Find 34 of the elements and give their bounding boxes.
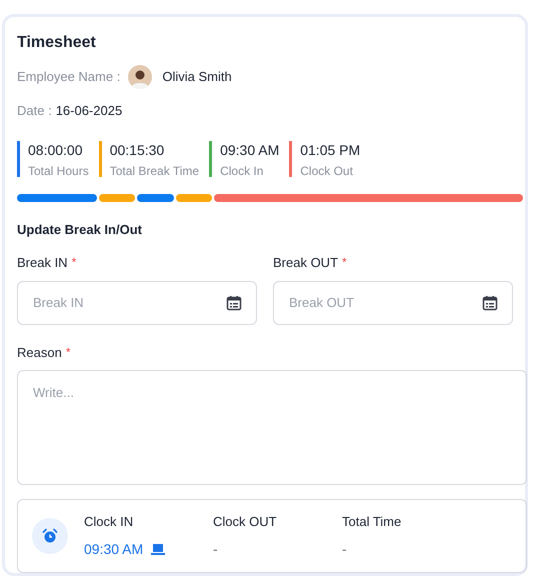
time-input-field[interactable]: Break IN [17, 280, 257, 324]
summary-value: - [342, 540, 347, 560]
field-label: Date : [17, 102, 52, 120]
stat-value: 08:00:00 [28, 140, 84, 158]
summary-value: - [213, 540, 218, 560]
stat-value: 09:30 AM [220, 140, 280, 158]
stat-value: 01:05 PM [300, 140, 360, 158]
employee-name: Olivia Smith [162, 68, 232, 86]
stat-label: Clock In [220, 162, 264, 180]
field-label: Reason [17, 344, 62, 362]
stat-value: 00:15:30 [110, 140, 166, 158]
avatar-icon [128, 65, 152, 89]
field-label: Break IN [17, 254, 68, 272]
card-title: Timesheet [17, 33, 97, 53]
field-label: Employee Name : [17, 68, 120, 86]
summary-label: Total Time [342, 512, 402, 531]
summary-label: Clock OUT [213, 512, 278, 531]
stat-label: Clock Out [300, 162, 354, 180]
time-input-field[interactable]: Break OUT [273, 280, 513, 324]
stat-label: Total Hours [28, 162, 89, 180]
required-mark: * [66, 344, 70, 360]
date-value: 16-06-2025 [56, 102, 122, 120]
section-title: Update Break In/Out [17, 220, 143, 239]
calendar-icon [226, 294, 242, 310]
stat-label: Total Break Time [110, 162, 200, 180]
field-label: Break OUT [273, 254, 338, 272]
laptop-icon [151, 544, 166, 556]
summary-label: Clock IN [84, 512, 134, 531]
calendar-icon [482, 294, 498, 310]
required-mark: * [342, 254, 347, 271]
summary-value: 09:30 AM [84, 540, 144, 560]
alarm-clock-icon [32, 518, 68, 554]
reason-field[interactable]: Write... [17, 370, 527, 486]
required-mark: * [72, 254, 76, 271]
